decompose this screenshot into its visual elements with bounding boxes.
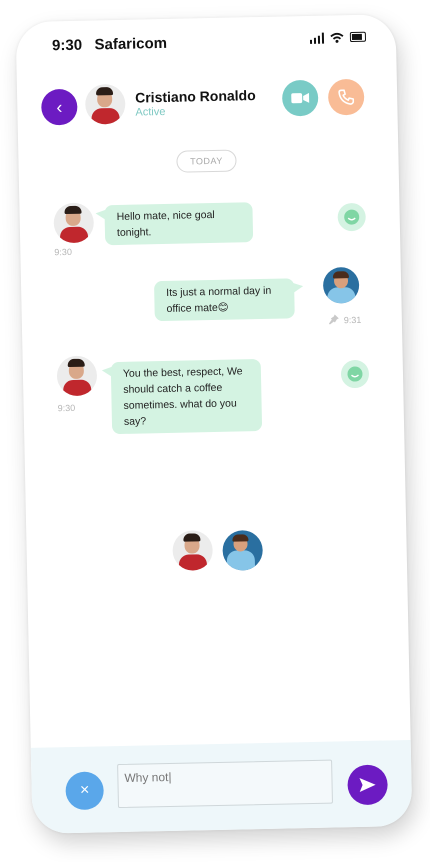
message-time: 9:30 [54,246,73,258]
message-text: Its just a normal day in office mate😊 [166,284,272,315]
phone-icon [338,89,355,105]
my-avatar[interactable] [322,266,360,304]
message-input-box[interactable] [117,759,333,809]
contact-name: Cristiano Ronaldo [134,87,256,106]
message-bubble[interactable]: Its just a normal day in office mate😊 [153,278,295,322]
contact-avatar[interactable] [84,83,126,125]
signal-icon [309,32,325,44]
phone-frame: 9:30 Safaricom ‹ Cristiano Ronaldo Activ… [15,14,413,834]
close-icon: × [79,781,90,799]
send-icon [359,778,376,793]
status-icons [309,31,367,44]
battery-icon [349,31,367,43]
participant-avatar-contact[interactable] [172,530,214,571]
phone-call-button[interactable] [327,78,365,116]
message-text: You the best, respect, We should catch a… [122,365,243,428]
status-bar: 9:30 Safaricom [51,31,367,58]
back-button[interactable]: ‹ [40,88,78,126]
back-arrow-icon: ‹ [56,96,63,117]
message-text: Hello mate, nice goal tonight. [116,208,215,239]
smile-icon [347,366,363,382]
status-time: 9:30 [51,36,83,55]
video-call-button[interactable] [281,79,319,117]
day-separator: TODAY [176,149,237,173]
send-button[interactable] [347,764,389,806]
message-time: 9:31 [343,314,362,326]
message-bubble[interactable]: You the best, respect, We should catch a… [110,359,263,435]
composer-bar: × [30,739,413,834]
close-button[interactable]: × [65,771,105,811]
react-emoji-button[interactable] [337,202,366,232]
message-time: 9:30 [57,402,76,414]
message-input[interactable] [118,760,332,792]
contact-status: Active [135,105,166,119]
wifi-icon [330,32,344,43]
message-bubble[interactable]: Hello mate, nice goal tonight. [104,202,254,246]
chat-header: ‹ Cristiano Ronaldo Active [17,74,398,132]
smile-icon [344,209,360,225]
carrier-name: Safaricom [94,34,168,54]
participant-avatar-me[interactable] [222,530,264,571]
pin-icon [328,314,339,325]
react-emoji-button[interactable] [340,359,370,389]
sender-avatar[interactable] [56,355,98,397]
sender-avatar[interactable] [53,202,95,244]
video-camera-icon [291,92,310,104]
